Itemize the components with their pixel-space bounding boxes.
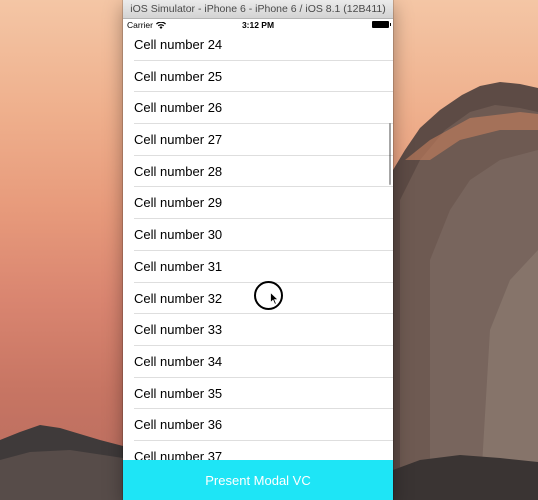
table-cell-label: Cell number 33 bbox=[134, 322, 223, 338]
status-time: 3:12 PM bbox=[241, 20, 275, 30]
table-cell-label: Cell number 31 bbox=[134, 258, 223, 274]
table-cell-label: Cell number 28 bbox=[134, 163, 223, 179]
table-cell-label: Cell number 32 bbox=[134, 290, 223, 306]
table-cell[interactable]: Cell number 27 bbox=[123, 124, 393, 156]
table-cell-label: Cell number 29 bbox=[134, 195, 223, 211]
table-cell-label: Cell number 27 bbox=[134, 132, 223, 148]
window-title-bar[interactable]: iOS Simulator - iPhone 6 - iPhone 6 / iO… bbox=[123, 0, 393, 19]
table-cell[interactable]: Cell number 28 bbox=[123, 156, 393, 188]
table-cell[interactable]: Cell number 33 bbox=[123, 314, 393, 346]
table-cell-label: Cell number 37 bbox=[134, 448, 223, 460]
table-cell[interactable]: Cell number 34 bbox=[123, 346, 393, 378]
table-cell[interactable]: Cell number 24 bbox=[123, 31, 393, 61]
table-cell[interactable]: Cell number 25 bbox=[123, 61, 393, 93]
table-cell-label: Cell number 26 bbox=[134, 100, 223, 116]
table-cell[interactable]: Cell number 26 bbox=[123, 92, 393, 124]
simulator-window: iOS Simulator - iPhone 6 - iPhone 6 / iO… bbox=[123, 0, 393, 500]
table-cells: Cell number 24 Cell number 25 Cell number … bbox=[123, 31, 393, 460]
battery-level bbox=[372, 21, 391, 28]
table-cell-label: Cell number 30 bbox=[134, 227, 223, 243]
table-cell[interactable]: Cell number 30 bbox=[123, 219, 393, 251]
table-cell[interactable]: Cell number 35 bbox=[123, 378, 393, 410]
window-title: iOS Simulator - iPhone 6 - iPhone 6 / iO… bbox=[130, 3, 386, 15]
battery-icon bbox=[372, 21, 391, 28]
status-bar: Carrier 3:12 PM bbox=[123, 19, 393, 31]
table-cell-label: Cell number 25 bbox=[134, 68, 223, 84]
table-view[interactable]: Cell number 24 Cell number 25 Cell number … bbox=[123, 31, 393, 460]
scroll-indicator[interactable] bbox=[388, 123, 391, 185]
table-cell-label: Cell number 35 bbox=[134, 385, 223, 401]
table-cell[interactable]: Cell number 36 bbox=[123, 409, 393, 441]
table-cell-label: Cell number 34 bbox=[134, 353, 223, 369]
table-cell[interactable]: Cell number 29 bbox=[123, 187, 393, 219]
table-cell-label: Cell number 24 bbox=[134, 37, 223, 52]
table-cell[interactable]: Cell number 31 bbox=[123, 251, 393, 283]
table-cell-label: Cell number 36 bbox=[134, 417, 223, 433]
mouse-cursor-icon bbox=[270, 291, 280, 310]
present-modal-button[interactable]: Present Modal VC bbox=[123, 460, 393, 500]
table-cell[interactable]: Cell number 37 bbox=[123, 441, 393, 460]
